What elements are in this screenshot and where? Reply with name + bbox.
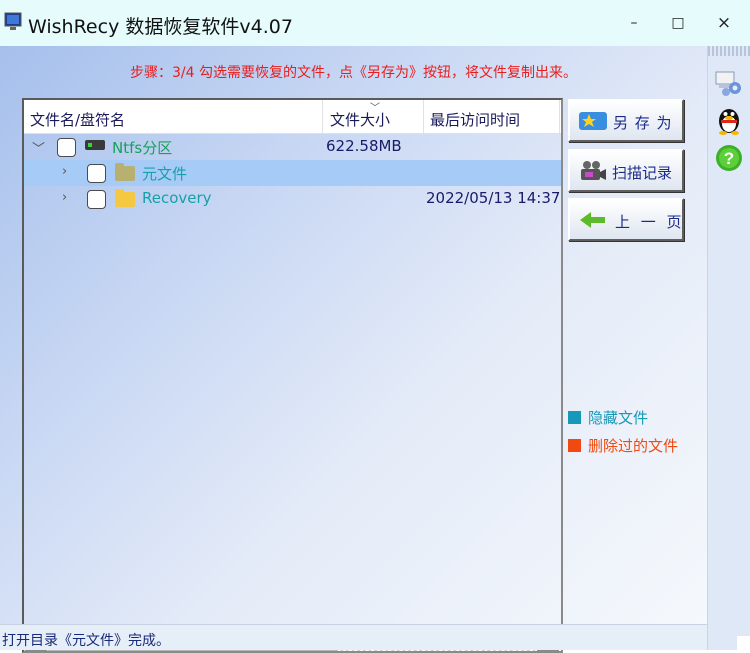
- row-size: 622.58MB: [326, 137, 402, 155]
- folder-icon: [115, 163, 135, 181]
- legend-swatch: [568, 411, 581, 424]
- chevron-right-icon[interactable]: ›: [62, 164, 67, 179]
- row-date: 2022/05/13 14:37:: [426, 189, 561, 207]
- row-name: 元文件: [142, 165, 188, 183]
- svg-text:?: ?: [724, 149, 734, 168]
- column-name-header[interactable]: 文件名/盘符名: [30, 109, 125, 130]
- legend-deleted: 删除过的文件: [568, 435, 678, 456]
- legend-hidden: 隐藏文件: [568, 407, 648, 428]
- step-instruction: 步骤：3/4 勾选需要恢复的文件，点《另存为》按钮，将文件复制出来。: [130, 65, 577, 81]
- file-tree-list[interactable]: 文件名/盘符名 ﹀ 文件大小 最后访问时间 ﹀ Ntfs分区 622.58MB …: [22, 98, 563, 653]
- save-as-button[interactable]: 另 存 为: [568, 99, 684, 142]
- chevron-right-icon[interactable]: ›: [62, 190, 67, 205]
- side-toolbar: ?: [707, 46, 750, 650]
- column-divider[interactable]: [423, 100, 424, 134]
- chevron-down-icon[interactable]: ﹀: [32, 138, 45, 157]
- legend-hidden-label: 隐藏文件: [588, 409, 649, 427]
- scan-record-button[interactable]: 扫描记录: [568, 149, 684, 192]
- app-icon: [4, 12, 22, 30]
- column-divider[interactable]: [322, 100, 323, 134]
- legend-deleted-label: 删除过的文件: [588, 437, 679, 455]
- previous-page-button[interactable]: 上 一 页: [568, 198, 684, 241]
- save-star-icon: [579, 112, 607, 130]
- tree-row-metafiles[interactable]: › 元文件: [24, 160, 561, 186]
- network-settings-icon[interactable]: [713, 66, 745, 98]
- row-checkbox[interactable]: [87, 190, 106, 209]
- column-accessed-header[interactable]: 最后访问时间: [430, 109, 520, 130]
- list-header: 文件名/盘符名 ﹀ 文件大小 最后访问时间: [24, 100, 561, 134]
- row-name: Ntfs分区: [112, 139, 173, 157]
- resize-corner[interactable]: [737, 636, 750, 650]
- status-bar: 打开目录《元文件》完成。: [0, 624, 707, 650]
- help-icon[interactable]: ?: [713, 142, 745, 174]
- qq-penguin-icon[interactable]: [713, 104, 745, 136]
- previous-page-label: 上 一 页: [615, 213, 685, 231]
- row-checkbox[interactable]: [87, 164, 106, 183]
- column-size-header[interactable]: 文件大小: [330, 109, 390, 130]
- row-checkbox[interactable]: [57, 138, 76, 157]
- window-title: WishRecy 数据恢复软件v4.07: [28, 16, 293, 38]
- main-panel: 步骤：3/4 勾选需要恢复的文件，点《另存为》按钮，将文件复制出来。 文件名/盘…: [0, 46, 707, 653]
- camera-icon: [581, 161, 606, 180]
- title-bar: WishRecy 数据恢复软件v4.07 – □ ×: [0, 0, 750, 46]
- folder-icon: [115, 189, 135, 207]
- save-as-label: 另 存 为: [613, 114, 673, 132]
- column-divider[interactable]: [559, 100, 560, 134]
- drive-icon: [85, 140, 105, 150]
- minimize-button[interactable]: –: [623, 12, 645, 34]
- scan-record-label: 扫描记录: [612, 164, 673, 182]
- status-message: 打开目录《元文件》完成。: [2, 633, 170, 649]
- row-name: Recovery: [142, 189, 212, 207]
- maximize-button[interactable]: □: [667, 12, 689, 34]
- tree-row-recovery[interactable]: › Recovery 2022/05/13 14:37:: [24, 186, 561, 212]
- tree-row-drive[interactable]: ﹀ Ntfs分区 622.58MB: [24, 134, 561, 160]
- arrow-left-icon: [580, 212, 605, 228]
- legend-swatch: [568, 439, 581, 452]
- close-button[interactable]: ×: [713, 12, 735, 34]
- strip-grip: [708, 46, 750, 56]
